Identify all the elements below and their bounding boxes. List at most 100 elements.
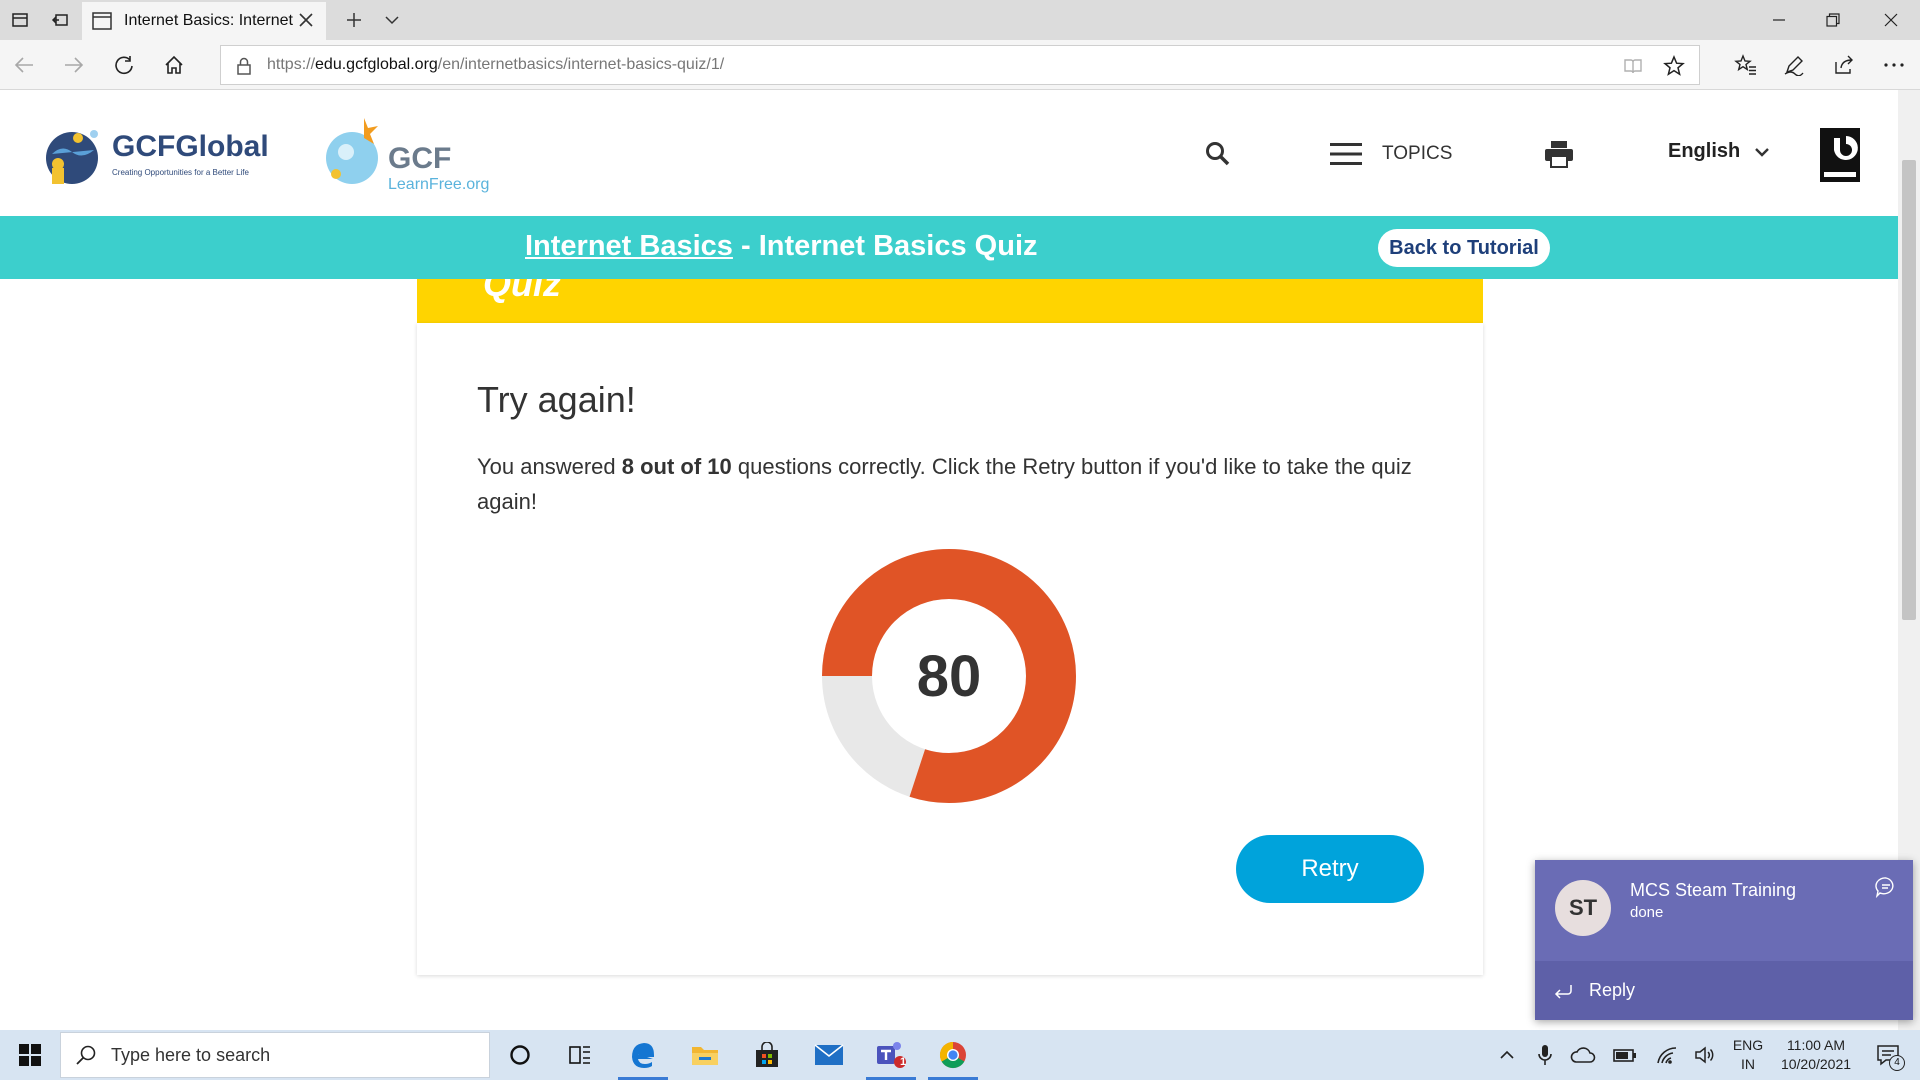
url-scheme: https:// bbox=[267, 56, 316, 73]
language-label[interactable]: English bbox=[1668, 140, 1740, 163]
gcfglobal-tagline: Creating Opportunities for a Better Life bbox=[112, 168, 249, 177]
more-icon[interactable] bbox=[1874, 45, 1914, 85]
topics-label[interactable]: TOPICS bbox=[1382, 143, 1452, 165]
tab-actions-icon[interactable] bbox=[0, 0, 40, 40]
back-to-tutorial-button[interactable]: Back to Tutorial bbox=[1378, 229, 1550, 267]
tab-preview-chevron-icon[interactable] bbox=[372, 0, 412, 40]
search-placeholder: Type here to search bbox=[111, 1044, 271, 1065]
minimize-icon[interactable] bbox=[1752, 0, 1806, 40]
breadcrumb: Internet Basics - Internet Basics Quiz bbox=[525, 230, 1038, 263]
search-icon[interactable] bbox=[1204, 140, 1232, 168]
file-explorer-icon[interactable] bbox=[674, 1030, 736, 1080]
breadcrumb-link-internet-basics[interactable]: Internet Basics bbox=[525, 230, 733, 262]
home-icon[interactable] bbox=[154, 45, 194, 85]
chevron-down-icon bbox=[1755, 147, 1770, 157]
lang-line-2: IN bbox=[1741, 1056, 1755, 1072]
gcfglobal-logo-text: GCFGlobal bbox=[112, 130, 269, 163]
url-text[interactable]: https://edu.gcfglobal.org/en/internetbas… bbox=[267, 56, 724, 74]
reply-label: Reply bbox=[1589, 980, 1636, 1000]
action-center-icon[interactable]: 4 bbox=[1866, 1030, 1910, 1080]
language-select[interactable]: English bbox=[1668, 140, 1770, 163]
teams-badge: 1 bbox=[899, 1056, 907, 1068]
mail-icon[interactable] bbox=[798, 1030, 860, 1080]
task-view-icon[interactable] bbox=[549, 1030, 611, 1080]
reading-view-icon[interactable] bbox=[1623, 56, 1643, 76]
favorite-star-icon[interactable] bbox=[1663, 55, 1685, 77]
cortana-icon[interactable] bbox=[489, 1030, 551, 1080]
gcf-learnfree-logo[interactable]: GCF LearnFree.org bbox=[324, 114, 504, 193]
taskbar-search-box[interactable]: Type here to search bbox=[60, 1032, 490, 1078]
close-window-icon[interactable] bbox=[1864, 0, 1918, 40]
clock-date: 10/20/2021 bbox=[1780, 1056, 1852, 1072]
browser-tab-bar: Internet Basics: Internet bbox=[0, 0, 1920, 40]
globe-people-icon bbox=[46, 130, 98, 184]
volume-icon[interactable] bbox=[1690, 1030, 1720, 1080]
restore-icon[interactable] bbox=[1806, 0, 1860, 40]
result-title: Try again! bbox=[477, 379, 636, 420]
result-score-text: 8 out of 10 bbox=[621, 454, 732, 479]
scrollbar-thumb[interactable] bbox=[1902, 160, 1916, 620]
pen-icon[interactable] bbox=[1774, 45, 1814, 85]
goodwill-logo[interactable] bbox=[1820, 128, 1860, 182]
url-host: edu.gcfglobal.org bbox=[315, 56, 438, 73]
teams-icon[interactable]: 1 bbox=[860, 1030, 922, 1080]
learnfree-globe-icon bbox=[326, 118, 378, 184]
search-icon bbox=[76, 1045, 96, 1065]
set-aside-tabs-icon[interactable] bbox=[40, 0, 80, 40]
wifi-icon[interactable] bbox=[1652, 1030, 1682, 1080]
print-icon[interactable] bbox=[1544, 140, 1574, 168]
quiz-result-card: Try again! You answered 8 out of 10 ques… bbox=[417, 323, 1483, 975]
retry-button[interactable]: Retry bbox=[1236, 835, 1424, 903]
page-title: Internet Basics Quiz bbox=[758, 230, 1038, 262]
forward-arrow-icon[interactable] bbox=[54, 45, 94, 85]
toast-reply-button[interactable]: Reply bbox=[1535, 961, 1913, 1020]
avatar: ST bbox=[1555, 880, 1611, 936]
browser-nav-bar: https://edu.gcfglobal.org/en/internetbas… bbox=[0, 40, 1920, 90]
notification-count: 4 bbox=[1889, 1055, 1905, 1071]
refresh-icon[interactable] bbox=[104, 45, 144, 85]
battery-icon[interactable] bbox=[1610, 1030, 1640, 1080]
quiz-banner: Internet Basics - Internet Basics Quiz B… bbox=[0, 216, 1898, 279]
toast-title: MCS Steam Training bbox=[1630, 880, 1797, 900]
tab-title: Internet Basics: Internet bbox=[124, 12, 293, 29]
result-message: You answered 8 out of 10 questions corre… bbox=[477, 449, 1437, 519]
share-icon[interactable] bbox=[1824, 45, 1864, 85]
back-arrow-icon[interactable] bbox=[4, 45, 44, 85]
reply-arrow-icon bbox=[1554, 984, 1572, 999]
page-icon bbox=[92, 12, 112, 30]
tab-active[interactable]: Internet Basics: Internet bbox=[82, 2, 326, 40]
teams-notification-toast[interactable]: ST MCS Steam Training done Reply bbox=[1535, 860, 1913, 1020]
store-icon[interactable] bbox=[736, 1030, 798, 1080]
favorites-list-icon[interactable] bbox=[1726, 45, 1766, 85]
input-language-indicator[interactable]: ENG IN bbox=[1728, 1036, 1768, 1074]
breadcrumb-separator: - bbox=[732, 230, 759, 262]
microphone-icon[interactable] bbox=[1532, 1030, 1558, 1080]
clock-time: 11:00 AM bbox=[1786, 1037, 1846, 1053]
chrome-icon[interactable] bbox=[922, 1030, 984, 1080]
start-button[interactable] bbox=[0, 1030, 60, 1080]
quiz-title-strip: Quiz bbox=[417, 279, 1483, 323]
windows-logo-icon bbox=[19, 1044, 41, 1066]
score-value: 80 bbox=[916, 643, 982, 709]
hamburger-icon[interactable] bbox=[1330, 142, 1362, 166]
gcf-logo-text: GCF bbox=[388, 142, 452, 175]
gcfglobal-logo[interactable]: GCFGlobal Creating Opportunities for a B… bbox=[38, 124, 278, 188]
learnfree-logo-text: LearnFree.org bbox=[388, 176, 490, 193]
toast-body: done bbox=[1630, 904, 1664, 921]
new-tab-icon[interactable] bbox=[334, 0, 374, 40]
chat-bubble-icon bbox=[1875, 877, 1894, 898]
edge-browser-icon[interactable] bbox=[612, 1030, 674, 1080]
taskbar-clock[interactable]: 11:00 AM 10/20/2021 bbox=[1768, 1036, 1864, 1074]
topics-menu[interactable]: TOPICS bbox=[1330, 142, 1452, 166]
show-hidden-icons-chevron-icon[interactable] bbox=[1494, 1030, 1520, 1080]
result-msg-prefix: You answered bbox=[477, 454, 622, 479]
address-bar[interactable]: https://edu.gcfglobal.org/en/internetbas… bbox=[220, 45, 1700, 85]
site-header: GCFGlobal Creating Opportunities for a B… bbox=[0, 90, 1898, 216]
url-path: /en/internetbasics/internet-basics-quiz/… bbox=[437, 56, 725, 73]
onedrive-cloud-icon[interactable] bbox=[1568, 1030, 1598, 1080]
lock-icon[interactable] bbox=[235, 56, 253, 76]
quiz-strip-title: Quiz bbox=[483, 279, 561, 304]
lang-line-1: ENG bbox=[1732, 1037, 1764, 1053]
windows-taskbar: Type here to search 1 ENG IN 11:00 AM 10… bbox=[0, 1030, 1920, 1080]
close-tab-icon[interactable] bbox=[296, 10, 316, 30]
